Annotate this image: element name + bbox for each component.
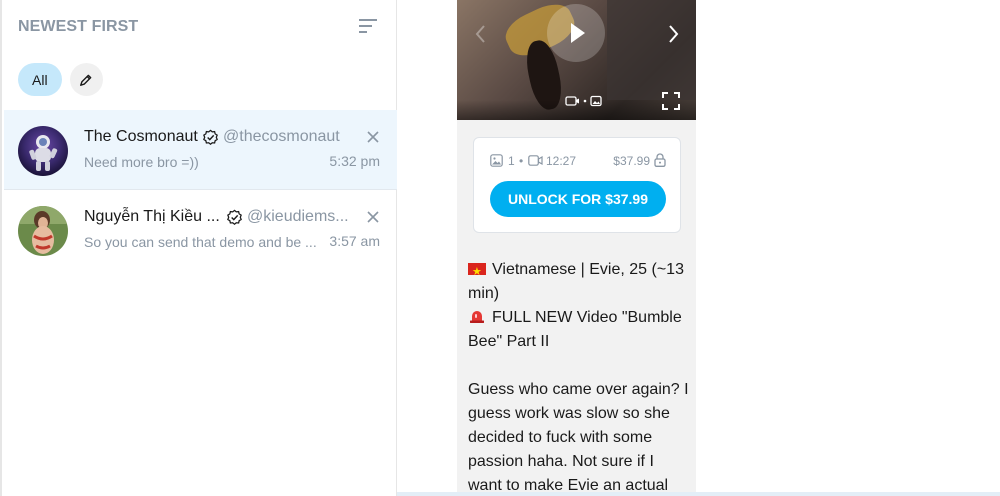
- close-icon[interactable]: [366, 210, 380, 224]
- caption-line-3: Guess who came over again? I guess work …: [468, 381, 689, 494]
- chat-list-header: NEWEST FIRST: [18, 14, 382, 42]
- chevron-right-icon[interactable]: [663, 22, 683, 46]
- price-label: $37.99: [613, 154, 650, 168]
- video-duration: 12:27: [546, 154, 577, 168]
- chat-list-panel: NEWEST FIRST All The Cosmonaut @thecosmo…: [0, 0, 398, 496]
- pencil-icon: [80, 74, 92, 86]
- chat-time: 3:57 am: [329, 233, 380, 249]
- caption-line-1: Vietnamese | Evie, 25 (~13 min): [468, 258, 690, 306]
- locked-content-card: 1 • 12:27 $37.99 UNLOCK FOR $37.99: [473, 137, 681, 233]
- message-area: 1 • 12:27 $37.99 UNLOCK FOR $37.99 Vietn…: [397, 0, 1000, 496]
- chat-name: The Cosmonaut: [84, 128, 198, 145]
- list-title: NEWEST FIRST: [18, 18, 139, 35]
- caption-line-2: FULL NEW Video "Bumble Bee" Part II: [468, 306, 690, 354]
- play-button[interactable]: [547, 4, 605, 62]
- image-icon: [490, 154, 503, 167]
- fullscreen-icon[interactable]: [661, 91, 681, 111]
- chat-handle: @thecosmonaut: [223, 128, 340, 145]
- locked-content-meta: 1 • 12:27 $37.99: [490, 153, 666, 169]
- chat-time: 5:32 pm: [329, 153, 380, 169]
- unlock-button[interactable]: UNLOCK FOR $37.99: [490, 181, 666, 217]
- meta-separator: •: [519, 154, 524, 168]
- verified-badge-icon: [227, 209, 242, 226]
- media-type-icons: [565, 95, 602, 107]
- chat-handle: @kieudiems...: [247, 208, 349, 225]
- image-count: 1: [508, 154, 515, 168]
- verified-badge-icon: [203, 129, 218, 146]
- chat-row-cosmonaut[interactable]: The Cosmonaut @thecosmonaut Need more br…: [4, 110, 398, 190]
- close-icon[interactable]: [366, 130, 380, 144]
- chat-row-kieudiems[interactable]: Nguyễn Thị Kiều ... @kieudiems... So you…: [4, 190, 398, 270]
- chat-preview: So you can send that demo and be ...: [84, 234, 317, 250]
- message-bubble: 1 • 12:27 $37.99 UNLOCK FOR $37.99 Vietn…: [457, 0, 696, 496]
- media-preview[interactable]: [457, 0, 696, 120]
- chat-preview: Need more bro =)): [84, 154, 199, 170]
- bottom-divider: [397, 492, 1000, 496]
- lock-icon: [654, 153, 666, 167]
- chat-name: Nguyễn Thị Kiều ...: [84, 208, 220, 225]
- media-background: [607, 0, 696, 100]
- avatar: [18, 206, 68, 256]
- caption-line-1-text: Vietnamese | Evie, 25 (~13 min): [468, 261, 684, 302]
- edit-filters-button[interactable]: [69, 63, 103, 96]
- avatar: [18, 126, 68, 176]
- filter-all-chip[interactable]: All: [18, 63, 62, 96]
- caption-line-2-text: FULL NEW Video "Bumble Bee" Part II: [468, 309, 682, 350]
- chat-filters: All: [18, 63, 103, 97]
- chevron-left-icon[interactable]: [471, 22, 491, 46]
- siren-icon: [470, 311, 484, 323]
- play-icon: [571, 23, 585, 43]
- vietnam-flag-icon: [468, 260, 486, 284]
- sort-lines-icon[interactable]: [356, 14, 380, 38]
- video-icon: [528, 155, 543, 166]
- message-caption: Vietnamese | Evie, 25 (~13 min) FULL NEW…: [468, 258, 690, 496]
